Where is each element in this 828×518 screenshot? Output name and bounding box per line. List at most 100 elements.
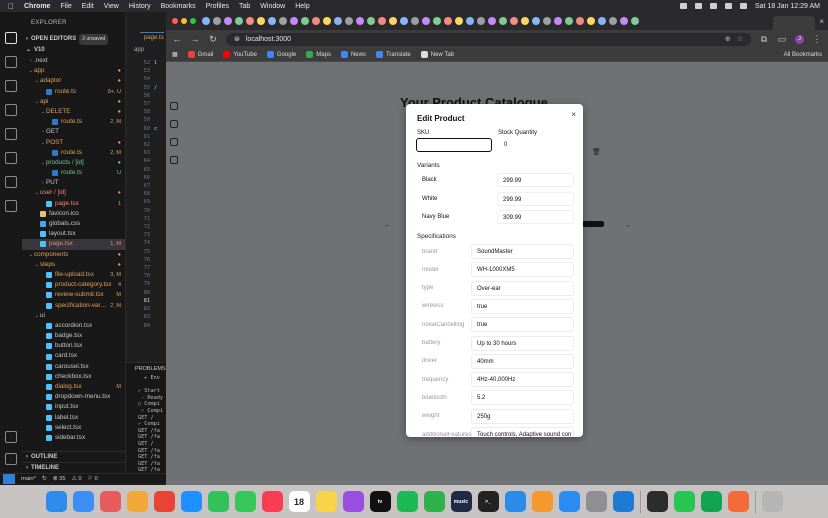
tab-favicon-icon[interactable] (598, 17, 606, 25)
back-icon[interactable]: ← (172, 34, 182, 44)
tree-item[interactable]: ⌄ components ● (22, 250, 125, 260)
music-icon[interactable] (261, 491, 283, 512)
bookmark-star-icon[interactable]: ☆ (737, 35, 743, 43)
trash-icon[interactable]: 🗑 (592, 148, 601, 156)
tree-item[interactable]: label.tsx (22, 413, 125, 423)
tree-item[interactable]: dialog.tsx M (22, 382, 125, 392)
tree-item[interactable]: › GET (22, 127, 125, 137)
explorer-icon[interactable] (5, 32, 17, 44)
remote-indicator-icon[interactable] (3, 473, 15, 484)
extensions-icon[interactable]: ⧉ (759, 34, 769, 45)
code-line[interactable] (154, 75, 157, 83)
appletv-icon[interactable]: tv (369, 491, 391, 512)
vscode-icon[interactable] (612, 491, 634, 512)
menu-window[interactable]: Window (260, 3, 285, 10)
close-window-icon[interactable] (172, 18, 178, 24)
menu-edit[interactable]: Edit (82, 3, 94, 10)
carousel-next-icon[interactable]: → (624, 222, 631, 229)
docker-icon[interactable] (5, 176, 17, 188)
postman-icon[interactable] (727, 491, 749, 512)
tree-item[interactable]: carousel.tsx (22, 362, 125, 372)
variant-price-input[interactable]: 309.99 (497, 210, 574, 224)
spec-key-input[interactable]: weight (417, 413, 471, 419)
tab-favicon-icon[interactable] (202, 17, 210, 25)
tab-favicon-icon[interactable] (455, 17, 463, 25)
safari-icon[interactable] (180, 491, 202, 512)
spec-key-input[interactable]: brand (417, 249, 471, 255)
tree-item[interactable]: › PUT (22, 178, 125, 188)
arrow-left-icon[interactable] (170, 156, 178, 164)
tree-item[interactable]: page.tsx 1, M (22, 239, 125, 250)
source-control-icon[interactable] (5, 80, 17, 92)
settings-gear-icon[interactable] (5, 453, 17, 465)
trash-icon[interactable] (761, 491, 783, 512)
tree-item[interactable]: ⌄ products / [id] ● (22, 158, 125, 168)
spec-value-input[interactable]: 5.2 (471, 390, 574, 406)
editor-breadcrumb[interactable]: app (130, 45, 144, 56)
tab-favicon-icon[interactable] (367, 17, 375, 25)
podcasts-icon[interactable] (342, 491, 364, 512)
bookmark-new-tab[interactable]: New Tab (420, 51, 454, 58)
forward-icon[interactable]: → (190, 34, 200, 44)
spec-key-input[interactable]: type (417, 285, 471, 291)
active-tab[interactable] (773, 16, 816, 30)
tree-item[interactable]: badge.tsx (22, 331, 125, 341)
wifi-icon[interactable] (710, 3, 717, 9)
variant-name-input[interactable]: Navy Blue (417, 214, 497, 220)
zoom-window-icon[interactable] (190, 18, 196, 24)
menu-app-name[interactable]: Chrome (24, 3, 50, 10)
status-icon[interactable] (680, 3, 687, 9)
apps-grid-icon[interactable]: ▦ (172, 51, 178, 58)
chrome-icon[interactable] (153, 491, 175, 512)
system-settings-icon[interactable] (585, 491, 607, 512)
menu-file[interactable]: File (60, 3, 71, 10)
battery-icon[interactable] (695, 3, 702, 9)
tab-favicon-icon[interactable] (224, 17, 232, 25)
spec-value-input[interactable]: Up to 30 hours (471, 335, 574, 351)
tree-item[interactable]: input.tsx (22, 402, 125, 412)
tree-item[interactable]: file-upload.tsx 3, M (22, 270, 125, 280)
close-tab-icon[interactable]: × (819, 17, 824, 26)
sidebar-tool-icon[interactable] (170, 102, 178, 110)
editor-tab-active[interactable]: page.ts (140, 32, 164, 43)
spec-key-input[interactable]: additionalFeatures (417, 432, 471, 438)
tab-favicon-icon[interactable] (532, 17, 540, 25)
git-branch[interactable]: main* (21, 476, 36, 482)
iterm-icon[interactable] (646, 491, 668, 512)
search-icon[interactable] (725, 3, 732, 9)
tree-item[interactable]: route.ts U (22, 168, 125, 178)
bookmark-youtube[interactable]: YouTube (223, 51, 257, 58)
code-line[interactable] (154, 92, 157, 100)
menu-history[interactable]: History (129, 3, 151, 10)
all-bookmarks-button[interactable]: All Bookmarks (784, 52, 822, 58)
tree-item[interactable]: ⌄ steps ● (22, 260, 125, 270)
apple-menu-icon[interactable]:  (8, 2, 14, 11)
tab-favicon-icon[interactable] (268, 17, 276, 25)
tab-favicon-icon[interactable] (587, 17, 595, 25)
search-icon[interactable] (5, 56, 17, 68)
tab-favicon-icon[interactable] (554, 17, 562, 25)
menu-tab[interactable]: Tab (239, 3, 250, 10)
side-panel-icon[interactable]: ▭ (777, 34, 787, 45)
tree-item[interactable]: favicon.ico (22, 209, 125, 219)
warning-count[interactable]: ⚠ 0 (72, 476, 82, 482)
tab-favicon-icon[interactable] (422, 17, 430, 25)
tree-item[interactable]: ⌄ adaptor ● (22, 76, 125, 86)
bookmark-maps[interactable]: Maps (306, 51, 331, 58)
tree-item[interactable]: route.ts 2, M (22, 148, 125, 158)
extensions-icon[interactable] (5, 152, 17, 164)
error-count[interactable]: ⊗ 35 (53, 476, 66, 482)
code-line[interactable] (154, 100, 157, 108)
spec-value-input[interactable]: WH-1000XM5 (471, 262, 574, 278)
keynote-icon[interactable] (504, 491, 526, 512)
calendar-icon[interactable]: 18 (288, 491, 310, 512)
spec-key-input[interactable]: bluetooth (417, 395, 471, 401)
tab-favicon-icon[interactable] (257, 17, 265, 25)
spec-key-input[interactable]: frequency (417, 377, 471, 383)
bookmark-google[interactable]: Google (266, 51, 296, 58)
site-info-icon[interactable]: ⊜ (234, 35, 240, 43)
control-center-icon[interactable] (740, 3, 747, 9)
run-debug-icon[interactable] (5, 104, 17, 116)
tree-item[interactable]: ⌄ ui (22, 311, 125, 321)
tab-favicon-icon[interactable] (213, 17, 221, 25)
